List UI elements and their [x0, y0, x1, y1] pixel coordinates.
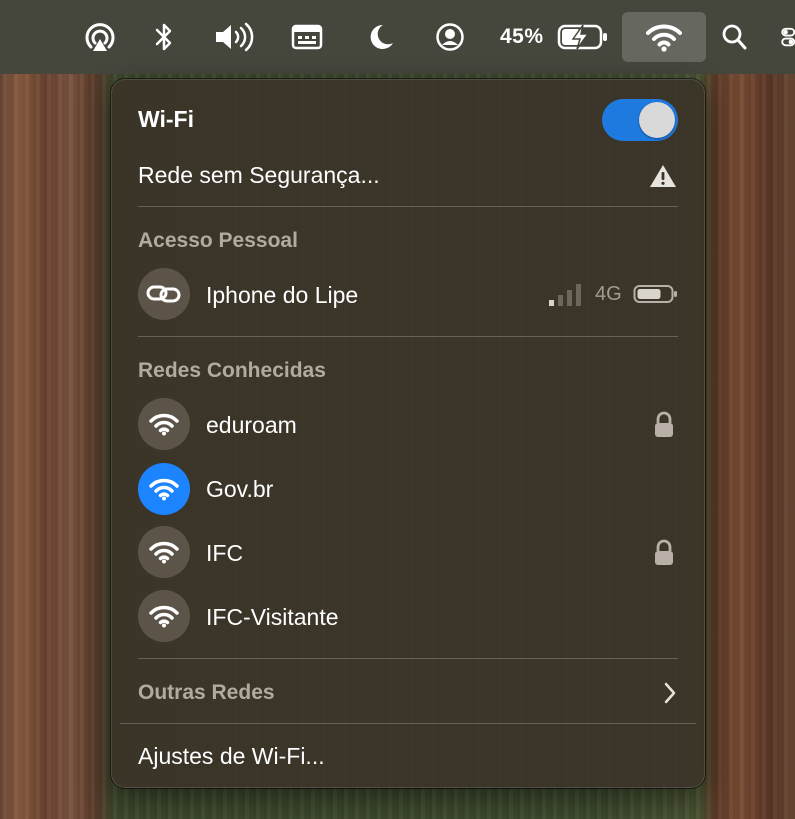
network-name[interactable]: IFC-Visitante: [206, 604, 339, 631]
section-personal-hotspot: Acesso Pessoal: [138, 229, 298, 252]
user-icon[interactable]: [434, 0, 466, 74]
bluetooth-icon[interactable]: [150, 0, 178, 74]
wifi-toggle[interactable]: [602, 99, 678, 141]
divider: [138, 206, 678, 207]
wifi-icon: [138, 463, 190, 515]
network-name[interactable]: eduroam: [206, 412, 297, 439]
control-center-icon[interactable]: [780, 0, 795, 74]
wifi-icon: [138, 398, 190, 450]
section-known-networks: Redes Conhecidas: [138, 359, 326, 382]
search-icon[interactable]: [720, 0, 748, 74]
wifi-title: Wi-Fi: [138, 106, 194, 132]
battery-charging-icon[interactable]: [556, 0, 610, 74]
hotspot-network-type: 4G: [595, 283, 622, 305]
wifi-icon: [138, 526, 190, 578]
focus-moon-icon[interactable]: [365, 0, 397, 74]
lock-icon: [653, 539, 675, 572]
wifi-icon[interactable]: [644, 0, 684, 74]
network-name[interactable]: IFC: [206, 540, 243, 567]
keyboard-icon[interactable]: [290, 0, 324, 74]
divider: [120, 723, 696, 724]
volume-icon[interactable]: [212, 0, 256, 74]
divider: [138, 658, 678, 659]
divider: [138, 336, 678, 337]
toggle-knob: [639, 102, 675, 138]
signal-bars-icon: [548, 283, 584, 312]
other-networks-button[interactable]: Outras Redes: [138, 681, 275, 705]
hotspot-link-icon: [138, 268, 190, 320]
wifi-icon: [138, 590, 190, 642]
lock-icon: [653, 411, 675, 444]
wifi-settings-button[interactable]: Ajustes de Wi-Fi...: [138, 743, 325, 770]
chevron-right-icon[interactable]: [663, 682, 677, 709]
wifi-menu-panel: Wi-Fi Rede sem Segurança... Acesso Pesso…: [111, 79, 705, 788]
battery-percent[interactable]: 45%: [500, 0, 544, 74]
network-name[interactable]: Gov.br: [206, 476, 273, 503]
hotspot-battery-icon: [633, 284, 679, 309]
menu-bar: 45%: [0, 0, 795, 74]
hotspot-name[interactable]: Iphone do Lipe: [206, 282, 358, 309]
airplay-icon[interactable]: [80, 0, 120, 74]
current-network-label[interactable]: Rede sem Segurança...: [138, 162, 380, 189]
warning-icon: [649, 164, 677, 193]
